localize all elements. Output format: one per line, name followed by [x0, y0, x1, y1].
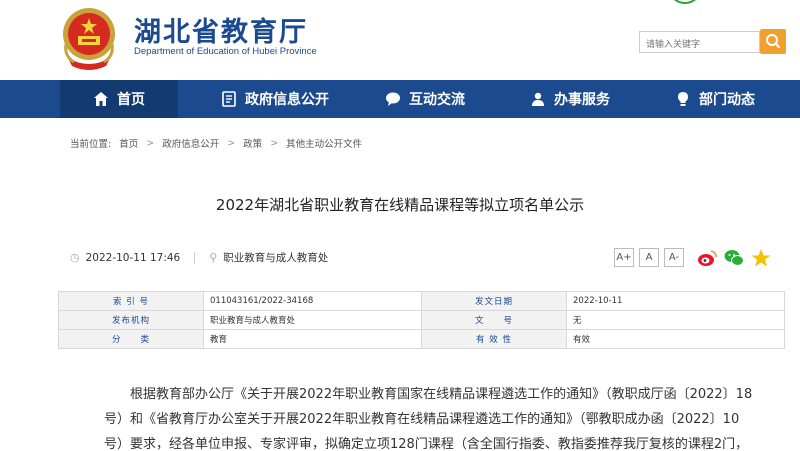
label-publisher: 发布机构 — [58, 310, 204, 330]
table-row: 索 引 号 011043161/2022-34168 发文日期 2022-10-… — [58, 291, 785, 311]
document-info-table: 索 引 号 011043161/2022-34168 发文日期 2022-10-… — [58, 291, 785, 349]
chat-icon — [386, 92, 400, 106]
value-index-no: 011043161/2022-34168 — [203, 291, 422, 311]
article-body-paragraph: 根据教育部办公厅《关于开展2022年职业教育国家在线精品课程遴选工作的通知》（教… — [104, 387, 753, 451]
breadcrumb: 当前位置: 首页 > 政府信息公开 > 政策 > 其他主动公开文件 — [70, 136, 362, 151]
font-smaller-button[interactable]: A- — [664, 248, 684, 267]
breadcrumb-separator: > — [146, 137, 155, 149]
table-row: 分 类 教育 有 效 性 有效 — [58, 329, 785, 349]
nav-label: 办事服务 — [554, 92, 610, 108]
site-title: 湖北省教育厅 — [134, 17, 308, 48]
main-nav: 首页 政府信息公开 互动交流 办事服务 部门动态 — [0, 80, 800, 118]
nav-item-home[interactable]: 首页 — [60, 80, 178, 118]
nav-item-service[interactable]: 办事服务 — [510, 80, 630, 118]
nav-label: 政府信息公开 — [245, 92, 329, 108]
meta-divider — [194, 251, 196, 264]
label-doc-no: 文 号 — [421, 310, 567, 330]
department-icon: ⚲ — [209, 251, 218, 264]
value-publisher: 职业教育与成人教育处 — [203, 310, 422, 330]
publish-department: 职业教育与成人教育处 — [223, 252, 329, 264]
national-emblem-logo — [63, 8, 115, 70]
label-category: 分 类 — [58, 329, 204, 349]
clock-icon: ◷ — [70, 251, 80, 264]
circle-icon[interactable] — [668, 0, 702, 4]
search-button[interactable] — [760, 29, 786, 54]
nav-label: 首页 — [117, 92, 145, 108]
site-header: 湖北省教育厅 Department of Education of Hubei … — [0, 0, 800, 80]
nav-label: 互动交流 — [409, 92, 465, 108]
nav-label: 部门动态 — [699, 92, 755, 108]
value-doc-no: 无 — [566, 310, 785, 330]
label-validity: 有 效 性 — [421, 329, 567, 349]
search-input[interactable] — [640, 35, 756, 55]
breadcrumb-link-policy[interactable]: 政策 — [243, 136, 262, 150]
table-row: 发布机构 职业教育与成人教育处 文 号 无 — [58, 310, 785, 330]
font-normal-button[interactable]: A — [639, 248, 659, 267]
breadcrumb-link-other[interactable]: 其他主动公开文件 — [286, 136, 362, 150]
weibo-icon[interactable] — [696, 248, 718, 268]
font-larger-button[interactable]: A+ — [614, 248, 634, 267]
article-title: 2022年湖北省职业教育在线精品课程等拟立项名单公示 — [215, 196, 585, 214]
nav-item-interaction[interactable]: 互动交流 — [365, 80, 485, 118]
search-icon — [766, 34, 780, 48]
label-index-no: 索 引 号 — [58, 291, 204, 311]
search-box[interactable] — [639, 31, 760, 55]
service-icon — [532, 92, 544, 106]
qzone-star-icon[interactable] — [750, 248, 772, 268]
publish-date: 2022-10-11 17:46 — [85, 251, 181, 264]
value-validity: 有效 — [566, 329, 785, 349]
breadcrumb-link-gov-info[interactable]: 政府信息公开 — [162, 136, 219, 150]
breadcrumb-separator: > — [227, 137, 236, 149]
breadcrumb-link-home[interactable]: 首页 — [119, 136, 138, 150]
breadcrumb-label: 当前位置: — [70, 139, 112, 150]
nav-item-gov-info[interactable]: 政府信息公开 — [205, 80, 345, 118]
label-issue-date: 发文日期 — [421, 291, 567, 311]
bulb-icon — [678, 92, 688, 106]
home-icon — [94, 92, 108, 106]
document-icon — [222, 91, 236, 107]
nav-item-dept-news[interactable]: 部门动态 — [660, 80, 770, 118]
breadcrumb-separator: > — [270, 137, 279, 149]
value-issue-date: 2022-10-11 — [566, 291, 785, 311]
value-category: 教育 — [203, 329, 422, 349]
site-subtitle: Department of Education of Hubei Provinc… — [134, 46, 317, 57]
wechat-icon[interactable] — [723, 248, 745, 268]
article-meta: ◷ 2022-10-11 17:46 ⚲ 职业教育与成人教育处 — [70, 250, 328, 265]
